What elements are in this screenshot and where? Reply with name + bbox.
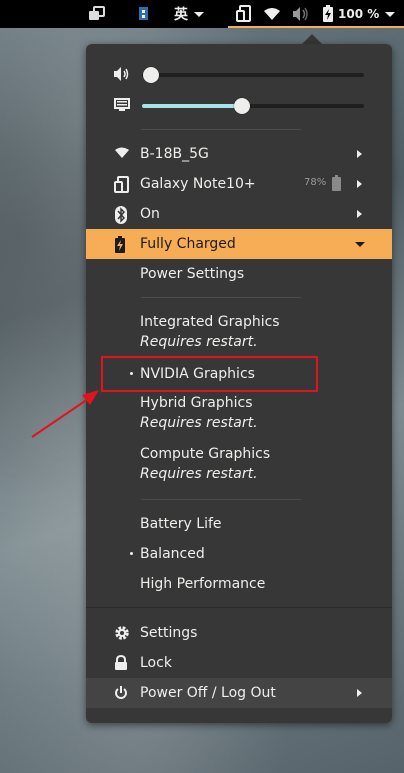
input-method-label: 英 xyxy=(174,7,188,23)
device-battery-percent: 78% xyxy=(304,177,327,188)
workspaces-icon[interactable] xyxy=(88,0,106,28)
power-off-label: Power Off / Log Out xyxy=(140,685,276,701)
chevron-right-icon xyxy=(357,689,362,697)
restart-note: Requires restart. xyxy=(140,415,258,431)
lock-label: Lock xyxy=(140,655,172,671)
separator xyxy=(86,607,392,608)
power-settings-item[interactable]: Power Settings xyxy=(86,259,392,289)
popup-arrow xyxy=(302,34,322,44)
power-off-item[interactable]: Power Off / Log Out xyxy=(86,678,392,708)
wifi-icon[interactable] xyxy=(263,0,281,28)
device-label: Galaxy Note10+ xyxy=(140,176,256,192)
volume-muted-icon[interactable] xyxy=(291,0,309,28)
power-icon xyxy=(115,686,127,699)
highlight-box xyxy=(101,356,318,392)
wifi-icon xyxy=(115,147,129,158)
bluetooth-label: On xyxy=(140,206,160,222)
battery-life-label: Battery Life xyxy=(140,516,222,532)
integrated-graphics-label: Integrated Graphics xyxy=(140,314,280,330)
phone-connect-icon[interactable] xyxy=(236,0,252,28)
settings-label: Settings xyxy=(140,625,198,641)
battery-charging-icon xyxy=(323,5,333,22)
gear-icon xyxy=(115,626,129,640)
separator xyxy=(141,499,301,500)
chevron-right-icon xyxy=(357,180,362,188)
separator xyxy=(141,297,301,298)
phone-connect-icon xyxy=(114,176,129,193)
display-brightness-icon xyxy=(114,98,130,111)
battery-menu[interactable]: 100 % xyxy=(322,0,396,28)
hybrid-graphics-label: Hybrid Graphics xyxy=(140,395,253,411)
power-status-label: Fully Charged xyxy=(140,236,236,252)
speaker-icon xyxy=(114,67,129,81)
active-indicator xyxy=(228,26,404,28)
compute-graphics-label: Compute Graphics xyxy=(140,446,271,462)
chevron-down-icon xyxy=(385,11,396,17)
lock-icon xyxy=(115,655,127,670)
bluetooth-item[interactable]: On xyxy=(86,199,392,229)
connected-device-item[interactable]: Galaxy Note10+ 78% xyxy=(86,169,392,199)
separator xyxy=(141,129,301,130)
chevron-down-icon xyxy=(194,11,204,17)
power-settings-label: Power Settings xyxy=(140,266,245,282)
keyboard-indicator-icon[interactable] xyxy=(138,0,152,28)
brightness-slider-handle[interactable] xyxy=(233,98,250,114)
profile-battery-life[interactable]: Battery Life xyxy=(86,509,392,539)
chevron-right-icon xyxy=(357,150,362,158)
restart-note: Requires restart. xyxy=(140,466,258,482)
volume-slider-row xyxy=(86,59,392,89)
graphics-option-hybrid[interactable]: Hybrid Graphics Requires restart. xyxy=(140,395,380,435)
volume-slider-handle[interactable] xyxy=(142,67,159,83)
profile-balanced[interactable]: Balanced xyxy=(86,539,392,569)
bluetooth-icon xyxy=(115,206,127,224)
restart-note: Requires restart. xyxy=(140,334,258,350)
battery-percent: 100 % xyxy=(338,7,380,21)
volume-slider[interactable] xyxy=(142,67,364,83)
power-status-item[interactable]: Fully Charged xyxy=(86,229,392,259)
chevron-right-icon xyxy=(357,210,362,218)
high-performance-label: High Performance xyxy=(140,576,266,592)
graphics-option-integrated[interactable]: Integrated Graphics Requires restart. xyxy=(140,314,380,354)
battery-charging-icon xyxy=(115,236,125,253)
selected-indicator-icon xyxy=(130,552,133,555)
wifi-network-item[interactable]: B-18B_5G xyxy=(86,139,392,169)
lock-item[interactable]: Lock xyxy=(86,648,392,678)
graphics-option-compute[interactable]: Compute Graphics Requires restart. xyxy=(140,446,380,486)
brightness-slider-row xyxy=(86,90,392,120)
brightness-slider[interactable] xyxy=(142,98,364,114)
top-panel: 英 100 % xyxy=(0,0,404,28)
wifi-network-label: B-18B_5G xyxy=(140,146,209,162)
settings-item[interactable]: Settings xyxy=(86,618,392,648)
device-battery-icon xyxy=(332,175,341,191)
profile-high-performance[interactable]: High Performance xyxy=(86,569,392,599)
chevron-down-icon xyxy=(355,242,365,247)
input-method-menu[interactable]: 英 xyxy=(174,0,204,28)
balanced-label: Balanced xyxy=(140,546,205,562)
